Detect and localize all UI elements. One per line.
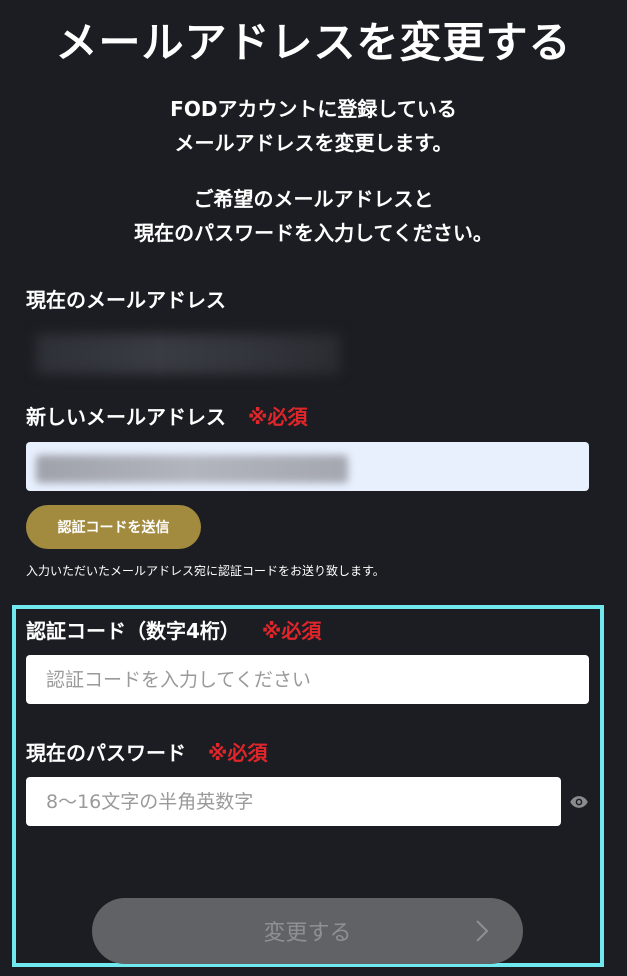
intro-description: FODアカウントに登録している メールアドレスを変更します。 (0, 92, 627, 160)
intro-line-1: FODアカウントに登録している (170, 97, 457, 121)
send-code-button[interactable]: 認証コードを送信 (26, 505, 201, 549)
new-email-label-row: 新しいメールアドレス ※必須 (26, 403, 307, 431)
instruction-description: ご希望のメールアドレスと 現在のパスワードを入力してください。 (0, 182, 627, 250)
change-email-page: メールアドレスを変更する FODアカウントに登録している メールアドレスを変更し… (0, 0, 627, 976)
submit-button[interactable]: 変更する (92, 898, 523, 964)
intro-line-2: メールアドレスを変更します。 (174, 131, 453, 155)
required-mark: ※必須 (248, 405, 308, 429)
password-label: 現在のパスワード (26, 741, 186, 765)
required-mark: ※必須 (208, 741, 268, 765)
instruction-line-2: 現在のパスワードを入力してください。 (134, 221, 493, 245)
chevron-right-icon (476, 920, 489, 942)
password-input[interactable] (26, 777, 561, 826)
eye-icon[interactable] (569, 792, 589, 812)
page-title: メールアドレスを変更する (55, 18, 572, 67)
new-email-value-redacted (36, 455, 348, 483)
instruction-line-1: ご希望のメールアドレスと (193, 187, 434, 211)
code-label: 認証コード（数字4桁） (26, 619, 240, 643)
current-email-label: 現在のメールアドレス (26, 288, 226, 312)
code-input[interactable] (26, 655, 589, 704)
code-label-row: 認証コード（数字4桁） ※必須 (26, 617, 321, 645)
new-email-label: 新しいメールアドレス (26, 405, 226, 429)
password-label-row: 現在のパスワード ※必須 (26, 739, 267, 767)
send-code-note: 入力いただいたメールアドレス宛に認証コードをお送り致します。 (26, 564, 385, 578)
required-mark: ※必須 (261, 619, 322, 643)
current-email-value-redacted (36, 334, 340, 374)
